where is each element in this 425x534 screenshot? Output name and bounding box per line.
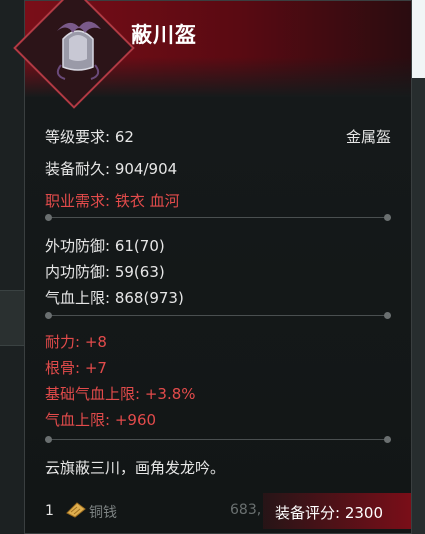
divider <box>45 214 391 221</box>
item-quantity: 1 <box>45 503 54 519</box>
divider <box>45 312 391 319</box>
stat-inner-defense: 内功防御: 59(63) <box>45 263 165 281</box>
item-name: 蔽川盔 <box>131 22 197 47</box>
tooltip-footer: 1 铜钱 683, 装备评分: 2300 <box>25 491 411 533</box>
currency-label: 铜钱 <box>89 505 117 521</box>
durability: 装备耐久: 904/904 <box>45 160 178 178</box>
divider <box>45 436 391 443</box>
stat-max-hp: 气血上限: 868(973) <box>45 289 184 307</box>
helmet-icon <box>56 21 101 80</box>
equipment-score: 装备评分: 2300 <box>275 504 384 522</box>
currency-value: 683, <box>230 502 262 518</box>
item-type: 金属盔 <box>345 128 391 146</box>
level-requirement: 等级要求: 62 <box>45 128 134 146</box>
bonus-max-hp: 气血上限: +960 <box>45 411 157 429</box>
item-tooltip: 蔽川盔 等级要求: 62 金属盔 装备耐久: 904/904 职业需求: 铁衣 … <box>13 0 412 534</box>
class-requirement: 职业需求: 铁衣 血河 <box>45 192 180 210</box>
stat-outer-defense: 外功防御: 61(70) <box>45 237 165 255</box>
flavor-text: 云旗蔽三川，画角发龙吟。 <box>45 459 226 477</box>
bonus-constitution: 根骨: +7 <box>45 359 107 377</box>
copper-coin-icon <box>66 502 86 518</box>
bonus-base-hp-percent: 基础气血上限: +3.8% <box>45 385 196 403</box>
bonus-endurance: 耐力: +8 <box>45 333 107 351</box>
